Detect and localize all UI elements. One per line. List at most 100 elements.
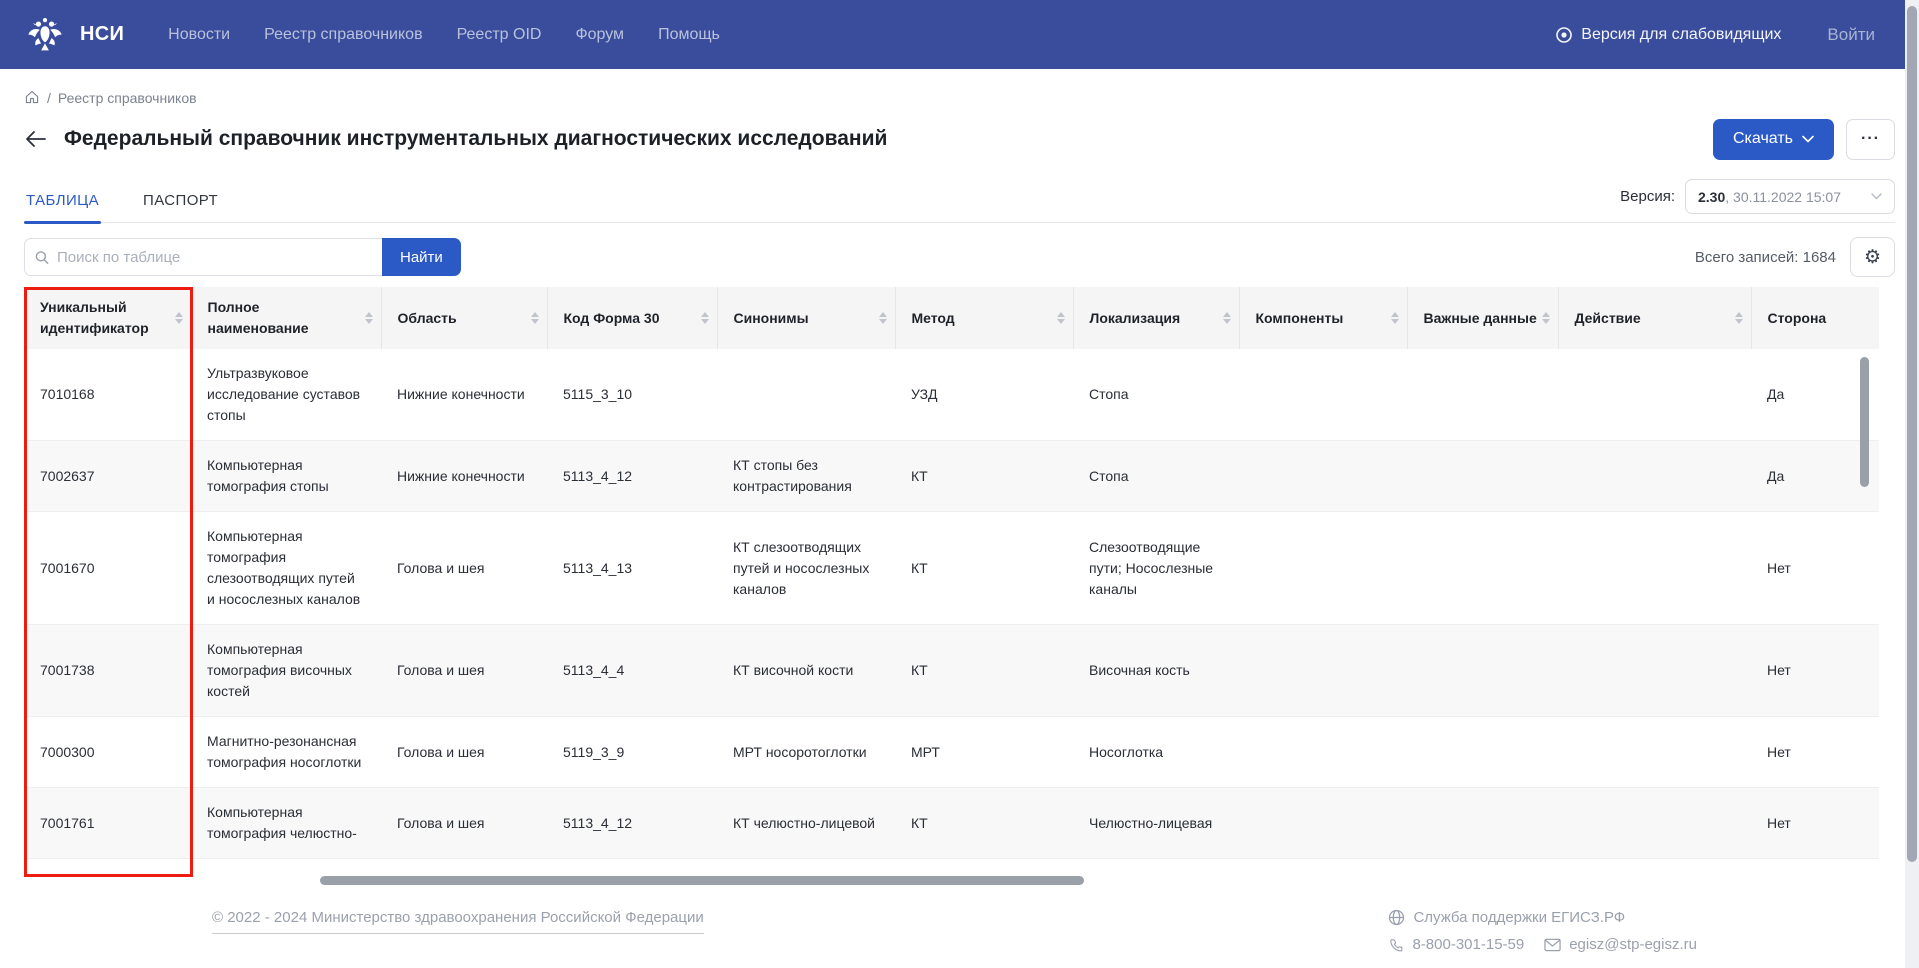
- cell-full-name: Компьютерная томография стопы: [191, 441, 381, 512]
- cell-components: [1239, 349, 1407, 441]
- column-header-components[interactable]: Компоненты: [1239, 287, 1407, 349]
- tab-passport[interactable]: ПАСПОРТ: [141, 192, 220, 222]
- sort-icon[interactable]: [1731, 312, 1743, 324]
- sort-icon[interactable]: [1219, 312, 1231, 324]
- cell-important-data: [1407, 717, 1558, 788]
- search-field-wrap: [24, 238, 382, 276]
- column-header-action[interactable]: Действие: [1558, 287, 1751, 349]
- footer: © 2022 - 2024 Министерство здравоохранен…: [0, 909, 1919, 953]
- version-datetime: , 30.11.2022 15:07: [1725, 189, 1841, 205]
- cell-localization: Стопа: [1073, 441, 1239, 512]
- table-vertical-scrollbar-thumb[interactable]: [1860, 357, 1869, 487]
- cell-form30-code: 5119_3_9: [547, 717, 717, 788]
- arrow-left-icon: [24, 130, 46, 148]
- nav-item-news[interactable]: Новости: [168, 26, 230, 44]
- accessibility-label: Версия для слабовидящих: [1581, 26, 1781, 44]
- cell-unique-id: 7010168: [24, 349, 191, 441]
- table-row[interactable]: 7001761Компьютерная томография челюстно-…: [24, 788, 1879, 859]
- chevron-down-icon: [1871, 193, 1882, 200]
- total-records: Всего записей: 1684: [1695, 249, 1836, 266]
- search-input[interactable]: [57, 249, 372, 266]
- cell-components: [1239, 512, 1407, 625]
- sort-icon[interactable]: [171, 312, 183, 324]
- table-header-row: Уникальный идентификаторПолное наименова…: [24, 287, 1879, 349]
- breadcrumb-item[interactable]: Реестр справочников: [58, 90, 197, 106]
- sort-icon[interactable]: [361, 312, 373, 324]
- home-icon[interactable]: [24, 89, 40, 105]
- table-settings-button[interactable]: ⚙: [1850, 237, 1895, 277]
- nav-item-oid-registry[interactable]: Реестр OID: [457, 26, 542, 44]
- cell-area: Нижние конечности: [381, 441, 547, 512]
- table-row[interactable]: 7001738Компьютерная томография височных …: [24, 625, 1879, 717]
- column-header-area[interactable]: Область: [381, 287, 547, 349]
- sort-icon[interactable]: [1538, 312, 1550, 324]
- column-header-method[interactable]: Метод: [895, 287, 1073, 349]
- tabs-row: ТАБЛИЦА ПАСПОРТ Версия: 2.30 , 30.11.202…: [24, 181, 1895, 223]
- column-header-full-name[interactable]: Полное наименование: [191, 287, 381, 349]
- sort-icon[interactable]: [697, 312, 709, 324]
- phone-label: 8-800-301-15-59: [1412, 936, 1524, 953]
- coat-of-arms-logo: [24, 13, 66, 57]
- main-menu: Новости Реестр справочников Реестр OID Ф…: [168, 26, 720, 44]
- cell-form30-code: 5113_4_12: [547, 788, 717, 859]
- sort-icon[interactable]: [1053, 312, 1065, 324]
- table-row[interactable]: 7001670Компьютерная томография слезоотво…: [24, 512, 1879, 625]
- tab-table[interactable]: ТАБЛИЦА: [24, 192, 101, 222]
- table-row[interactable]: 7002637Компьютерная томография стопыНижн…: [24, 441, 1879, 512]
- cell-method: КТ: [895, 625, 1073, 717]
- nav-item-forum[interactable]: Форум: [575, 26, 624, 44]
- cell-important-data: [1407, 788, 1558, 859]
- cell-method: УЗД: [895, 349, 1073, 441]
- back-button[interactable]: [24, 126, 54, 152]
- version-select[interactable]: 2.30 , 30.11.2022 15:07: [1685, 179, 1895, 214]
- cell-side: Нет: [1751, 512, 1879, 625]
- cell-action: [1558, 349, 1751, 441]
- accessibility-version-link[interactable]: Версия для слабовидящих: [1555, 26, 1781, 44]
- sort-icon[interactable]: [527, 312, 539, 324]
- phone-icon: [1388, 937, 1404, 953]
- page-scrollbar[interactable]: [1905, 0, 1919, 968]
- cell-synonyms: КТ слезоотводящих путей и носослезных ка…: [717, 512, 895, 625]
- cell-important-data: [1407, 625, 1558, 717]
- horizontal-scrollbar-thumb[interactable]: [320, 876, 1084, 885]
- sort-icon[interactable]: [1387, 312, 1399, 324]
- more-actions-button[interactable]: ···: [1846, 119, 1895, 160]
- column-header-label: Метод: [912, 308, 955, 329]
- cell-unique-id: 7000300: [24, 717, 191, 788]
- cell-action: [1558, 625, 1751, 717]
- column-header-form30-code[interactable]: Код Форма 30: [547, 287, 717, 349]
- support-link[interactable]: Служба поддержки ЕГИСЗ.РФ: [1388, 909, 1625, 926]
- column-header-side[interactable]: Сторона: [1751, 287, 1879, 349]
- table-row[interactable]: 7000300Магнитно-резонансная томография н…: [24, 717, 1879, 788]
- column-header-synonyms[interactable]: Синонимы: [717, 287, 895, 349]
- cell-components: [1239, 441, 1407, 512]
- page-title: Федеральный справочник инструментальных …: [64, 127, 887, 151]
- column-header-important-data[interactable]: Важные данные: [1407, 287, 1558, 349]
- table-row[interactable]: 7010168Ультразвуковое исследование суста…: [24, 349, 1879, 441]
- login-button[interactable]: Войти: [1827, 25, 1875, 45]
- nav-item-registry[interactable]: Реестр справочников: [264, 26, 422, 44]
- cell-full-name: Магнитно-резонансная томография носоглот…: [191, 717, 381, 788]
- download-button[interactable]: Скачать: [1713, 119, 1834, 160]
- column-header-localization[interactable]: Локализация: [1073, 287, 1239, 349]
- support-email[interactable]: egisz@stp-egisz.ru: [1544, 936, 1697, 953]
- eye-icon: [1555, 26, 1573, 44]
- cell-area: Голова и шея: [381, 788, 547, 859]
- page-scrollbar-thumb[interactable]: [1907, 6, 1917, 862]
- cell-side: Нет: [1751, 788, 1879, 859]
- support-phone[interactable]: 8-800-301-15-59: [1388, 936, 1524, 953]
- copyright-link[interactable]: © 2022 - 2024 Министерство здравоохранен…: [212, 909, 704, 934]
- cell-synonyms: КТ челюстно-лицевой: [717, 788, 895, 859]
- nav-item-help[interactable]: Помощь: [658, 26, 720, 44]
- cell-area: Голова и шея: [381, 625, 547, 717]
- cell-area: Голова и шея: [381, 512, 547, 625]
- search-button[interactable]: Найти: [382, 238, 461, 276]
- sort-icon[interactable]: [875, 312, 887, 324]
- cell-full-name: Компьютерная томография челюстно-: [191, 788, 381, 859]
- table-toolbar: Найти Всего записей: 1684 ⚙: [0, 237, 1919, 277]
- column-header-unique-id[interactable]: Уникальный идентификатор: [24, 287, 191, 349]
- column-header-label: Область: [398, 308, 457, 329]
- cell-side: Нет: [1751, 717, 1879, 788]
- brand[interactable]: НСИ: [24, 13, 124, 57]
- email-label: egisz@stp-egisz.ru: [1569, 936, 1697, 953]
